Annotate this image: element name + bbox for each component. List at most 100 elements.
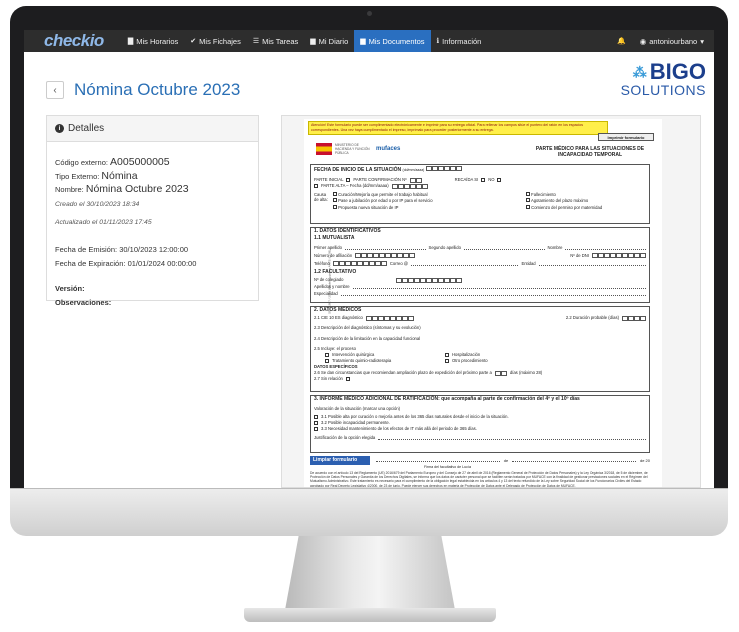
parte-alta-label: PARTE ALTA – Fecha (dd/mm/aaaa) xyxy=(321,183,389,189)
page-header: ‹ Nómina Octubre 2023 xyxy=(46,80,240,100)
valoracion-label: Valoración de la situación (marcar una o… xyxy=(314,406,401,412)
nav-label: Mis Horarios xyxy=(136,36,179,46)
opcion-2-checkbox[interactable] xyxy=(314,421,318,425)
causa-3-label: Propuesta nueva situación de IP xyxy=(338,204,399,210)
legal-notice: De acuerdo con el artículo 13 del Reglam… xyxy=(310,471,648,488)
page-title: Nómina Octubre 2023 xyxy=(74,80,241,99)
segundo-apellido-label: Segundo apellido xyxy=(428,244,461,250)
nav-mis-tareas[interactable]: ☰ Mis Tareas xyxy=(247,30,304,52)
version-label: Versión: xyxy=(55,283,85,293)
created-text: Creado el 30/10/2023 18:34 xyxy=(55,200,140,208)
tratamiento-label: Tratamiento quimio-radioterapia xyxy=(332,358,392,364)
num-afiliacion-label: Número de afiliación xyxy=(314,252,353,258)
signature-caption: Firma del facultativo de Lucía xyxy=(424,465,471,469)
brand-dots-icon: ⁂ xyxy=(632,64,647,80)
top-navbar: checkio ▇ Mis Horarios ✔ Mis Fichajes ☰ Mis… xyxy=(24,30,714,52)
causa-6-checkbox[interactable] xyxy=(526,204,530,209)
app-logo[interactable]: checkio xyxy=(44,31,104,51)
back-button[interactable]: ‹ xyxy=(46,81,64,99)
causa-5-checkbox[interactable] xyxy=(526,198,530,202)
causa-1-checkbox[interactable] xyxy=(333,191,337,196)
signature-line: de de 20 xyxy=(376,458,650,464)
fecha-heading: FECHA DE INICIO DE LA SITUACIÓN xyxy=(314,167,402,173)
monitor-stand-neck xyxy=(285,536,455,610)
otro-checkbox[interactable] xyxy=(445,359,449,363)
duracion-label: 2.2 Duración probable (días) xyxy=(565,315,619,321)
datos-identificativos-section: 1. DATOS IDENTIFICATIVOS 1.1 MUTUALISTA … xyxy=(310,227,650,303)
nav-label: Mis Fichajes xyxy=(199,36,241,46)
recaida-si-checkbox[interactable] xyxy=(481,178,486,182)
intervencion-label: Intervención quirúrgica xyxy=(332,352,375,358)
cie-field[interactable] xyxy=(365,315,414,321)
recaida-no-checkbox[interactable] xyxy=(497,178,502,182)
datos-heading: 1. DATOS IDENTIFICATIVOS xyxy=(314,228,381,234)
causa-2-checkbox[interactable] xyxy=(333,198,337,202)
document-viewer[interactable]: Atención! Este formulario puede ser cump… xyxy=(281,115,701,488)
user-menu[interactable]: ◉ antoniourbano ▾ xyxy=(640,37,704,46)
emision-value: 30/10/2023 12:00:00 xyxy=(119,244,189,254)
codigo-label: Código externo: xyxy=(55,158,108,167)
hospitalizacion-label: Hospitalización xyxy=(452,352,481,358)
nav-mis-documentos[interactable]: ▆ Mis Documentos xyxy=(354,30,431,52)
intervencion-checkbox[interactable] xyxy=(325,353,329,357)
primer-apellido-label: Primer apellido xyxy=(314,244,342,250)
recaida-label: RECAÍDA SI xyxy=(454,177,479,183)
details-panel: i Detalles Código externo: A005000005 Ti… xyxy=(46,115,259,307)
nav-informacion[interactable]: ℹ Información xyxy=(431,30,488,52)
nav-label: Información xyxy=(442,36,482,46)
print-form-button[interactable]: Imprimir formulario xyxy=(598,133,654,141)
datos-medicos-section: 2. DATOS MÉDICOS 2.1 CIE 10 ES diagnósti… xyxy=(310,306,650,392)
apellidos-nombre-label: Apellidos y nombre xyxy=(314,284,350,290)
hospitalizacion-checkbox[interactable] xyxy=(445,353,449,357)
bell-icon[interactable]: 🔔 xyxy=(617,37,626,45)
user-icon: ◉ xyxy=(639,36,647,46)
opcion-3-checkbox[interactable] xyxy=(314,427,318,431)
telefono-label: Teléfono xyxy=(314,260,330,266)
colegiado-label: Nº de colegiado xyxy=(314,277,344,283)
info-circle-icon: i xyxy=(55,124,64,133)
tratamiento-checkbox[interactable] xyxy=(325,359,329,363)
dni-label: Nº de DNI xyxy=(570,252,589,258)
parte-inicial-checkbox[interactable] xyxy=(346,178,351,182)
causa-6-label: Comienzo del permiso por maternidad xyxy=(531,204,603,210)
sin-relacion-label: 2.7 Sin relación xyxy=(314,376,343,382)
codigo-value: A005000005 xyxy=(110,156,170,168)
monitor-chin xyxy=(10,488,728,536)
num-afiliacion-field[interactable] xyxy=(355,253,416,258)
details-title: Detalles xyxy=(68,123,105,134)
agency-name: mufaces xyxy=(376,146,401,152)
nombre-value: Nómina Octubre 2023 xyxy=(85,183,189,195)
opcion-1-checkbox[interactable] xyxy=(314,415,318,419)
causa-4-checkbox[interactable] xyxy=(526,191,530,196)
causa-1-label: Curación/Mejoría que permite el trabajo … xyxy=(338,191,428,197)
opcion-3-label: 3.3 Necesidad mantenimiento de los efect… xyxy=(321,426,477,432)
screen: checkio ▇ Mis Horarios ✔ Mis Fichajes ☰ Mis… xyxy=(24,30,714,488)
parte-alta-checkbox[interactable] xyxy=(314,184,318,188)
nav-right: 🔔 ◉ antoniourbano ▾ xyxy=(617,37,714,46)
causa-3-checkbox[interactable] xyxy=(333,204,337,209)
proceso-label: 2.5 Incluye: el proceso xyxy=(314,346,356,352)
circunstancias-field[interactable] xyxy=(494,370,507,376)
de20-label: de 20 xyxy=(639,458,650,463)
duracion-field[interactable] xyxy=(622,315,646,321)
nav-mis-fichajes[interactable]: ✔ Mis Fichajes xyxy=(184,30,247,52)
fecha-section: FECHA DE INICIO DE LA SITUACIÓN (dd/mm/a… xyxy=(310,164,650,224)
facultativo-heading: 1.2 FACULTATIVO xyxy=(314,269,357,275)
expiracion-value: 01/01/2024 00:00:00 xyxy=(127,259,197,268)
telefono-field[interactable] xyxy=(332,261,387,266)
nav-mi-diario[interactable]: ▆ Mi Diario xyxy=(304,30,354,52)
clear-form-button[interactable]: Limpiar formulario xyxy=(310,456,370,465)
caret-down-icon: ▾ xyxy=(700,36,704,46)
observaciones-label: Observaciones: xyxy=(55,298,112,307)
expiracion-label: Fecha de Expiración: xyxy=(55,259,126,268)
especificos-label: DATOS ESPECÍFICOS xyxy=(314,364,358,370)
colegiado-field[interactable] xyxy=(396,277,463,283)
causa-5-label: Agotamiento del plazo máximo xyxy=(530,198,589,203)
nav-mis-horarios[interactable]: ▇ Mis Horarios xyxy=(122,30,184,52)
brand-name-bottom: SOLUTIONS xyxy=(620,82,706,98)
details-body: Código externo: A005000005 Tipo Externo:… xyxy=(47,142,258,318)
sin-relacion-checkbox[interactable] xyxy=(345,377,350,381)
opcion-1-label: 3.1 Posible alta por curación o mejoría … xyxy=(321,414,509,420)
opcion-2-label: 3.2 Posible incapacidad permanente. xyxy=(321,420,390,426)
dni-field[interactable] xyxy=(592,253,646,258)
